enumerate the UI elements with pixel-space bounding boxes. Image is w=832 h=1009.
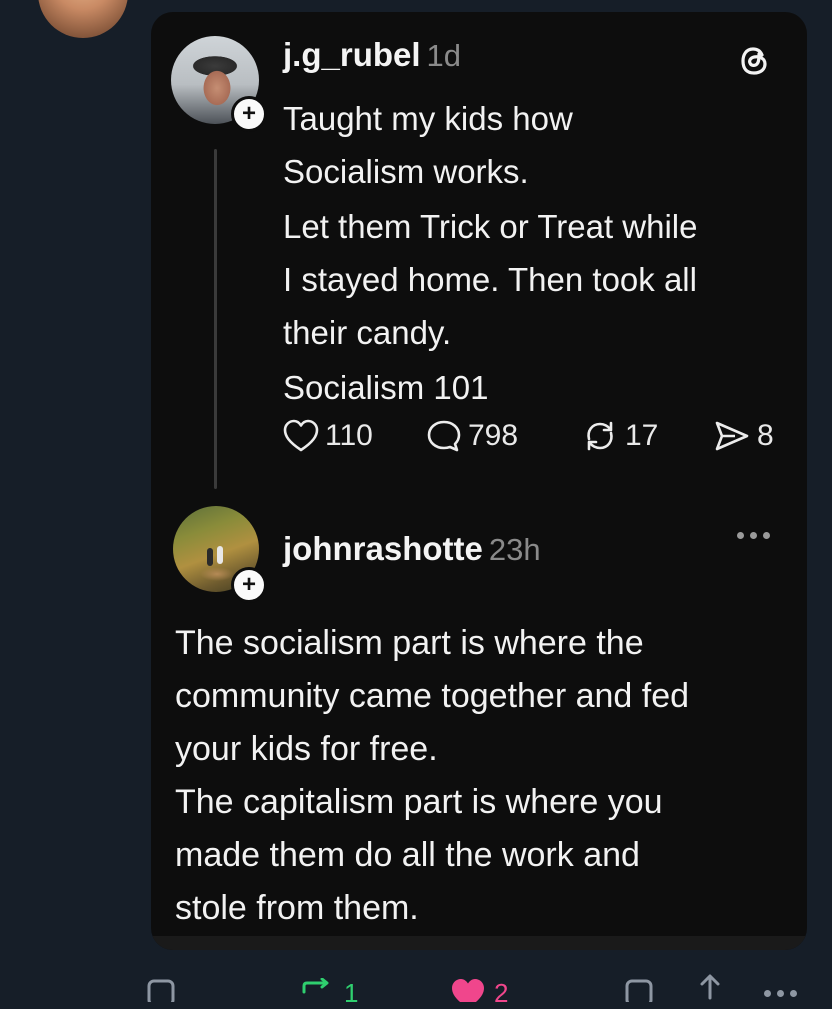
feed-action-bar: 1 2 xyxy=(0,962,832,1008)
reply-body: The socialism part is where the communit… xyxy=(175,617,795,935)
like-count: 110 xyxy=(325,419,373,452)
reply-count: 798 xyxy=(468,419,519,452)
heart-icon xyxy=(283,419,319,452)
threads-logo-icon xyxy=(741,47,767,75)
repost-icon xyxy=(587,421,613,451)
liked-heart-icon[interactable] xyxy=(450,978,486,1002)
feed-author-avatar[interactable] xyxy=(38,0,128,38)
reply-line: stole from them. xyxy=(175,889,419,927)
card-bottom-edge xyxy=(151,936,807,950)
reply-icon[interactable] xyxy=(146,978,176,1002)
reply-line: your kids for free. xyxy=(175,730,438,768)
follow-plus-icon[interactable]: + xyxy=(231,567,267,603)
more-icon[interactable] xyxy=(764,990,797,997)
share-count: 8 xyxy=(757,419,774,452)
post-line: I stayed home. Then took all xyxy=(283,261,697,298)
reply-line: made them do all the work and xyxy=(175,836,640,874)
repost-count: 1 xyxy=(344,978,359,1008)
post-line: their candy. xyxy=(283,314,452,351)
post-line: Let them Trick or Treat while xyxy=(283,208,698,245)
post-line: Socialism works. xyxy=(283,153,529,190)
embedded-threads-screenshot: + j.g_rubel 1d Taught my kids how Sociali… xyxy=(151,12,807,950)
share-upload-icon[interactable] xyxy=(694,972,726,1002)
like-button[interactable]: 110 xyxy=(283,419,373,453)
repost-button[interactable]: 17 xyxy=(581,419,658,453)
reply-line: The capitalism part is where you xyxy=(175,783,663,821)
like-count: 2 xyxy=(494,978,509,1008)
post-body: Taught my kids how Socialism works. Let … xyxy=(283,92,793,414)
post-line: Taught my kids how xyxy=(283,100,573,137)
post-time: 1d xyxy=(426,38,462,73)
reply-username[interactable]: johnrashotte xyxy=(283,530,483,567)
post-username[interactable]: j.g_rubel xyxy=(283,36,421,73)
reply-header: johnrashotte 23h xyxy=(283,530,541,568)
repost-count: 17 xyxy=(625,419,659,452)
more-options-icon[interactable] xyxy=(737,532,770,539)
reply-button[interactable]: 798 xyxy=(426,419,518,453)
comment-icon xyxy=(427,420,461,452)
reply-line: The socialism part is where the xyxy=(175,624,644,662)
reply-line: community came together and fed xyxy=(175,677,690,715)
post-header: j.g_rubel 1d xyxy=(283,36,461,74)
send-icon xyxy=(715,421,749,451)
reply-time: 23h xyxy=(488,532,541,567)
post-line: Socialism 101 xyxy=(283,369,489,406)
share-button[interactable]: 8 xyxy=(713,419,774,453)
thread-connector-line xyxy=(214,149,217,489)
follow-plus-icon[interactable]: + xyxy=(231,96,267,132)
repost-icon[interactable] xyxy=(300,978,338,1002)
bookmark-icon[interactable] xyxy=(624,978,654,1002)
